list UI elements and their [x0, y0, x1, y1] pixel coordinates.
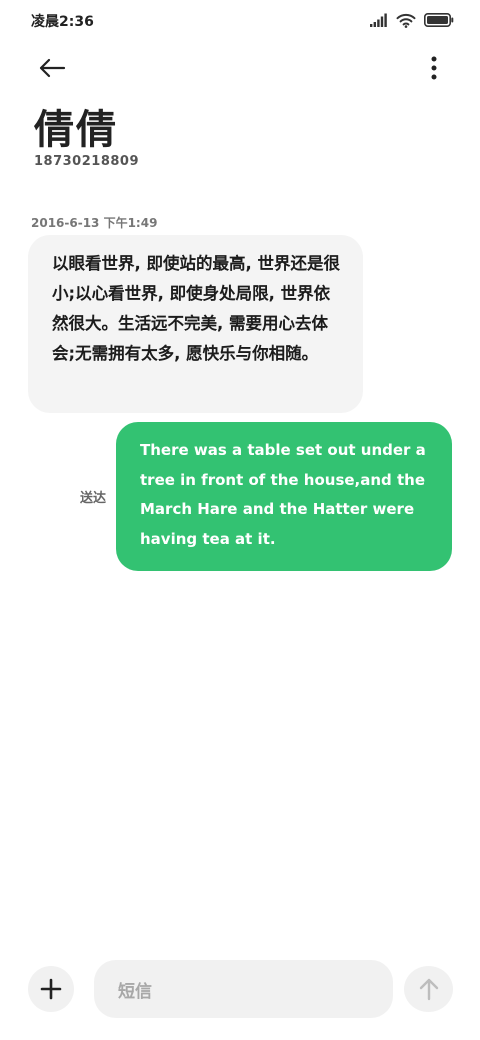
more-vertical-icon	[431, 56, 437, 80]
contact-number: 18730218809	[34, 154, 139, 169]
battery-icon	[424, 13, 454, 27]
back-arrow-icon	[39, 58, 66, 78]
outgoing-message-text: There was a table set out under a tree i…	[140, 441, 426, 548]
status-time: 凌晨2:36	[31, 14, 94, 30]
arrow-up-icon	[419, 978, 438, 1001]
signal-icon	[370, 13, 387, 27]
nav-bar	[0, 46, 480, 92]
outgoing-message-bubble[interactable]: There was a table set out under a tree i…	[116, 422, 452, 571]
status-icons	[370, 12, 454, 28]
contact-name: 倩倩	[34, 107, 118, 153]
plus-icon	[40, 978, 62, 1000]
incoming-message-text: 以眼看世界, 即使站的最高, 世界还是很小;以心看世界, 即使身处局限, 世界依…	[52, 254, 341, 363]
back-button[interactable]	[34, 52, 70, 84]
more-options-button[interactable]	[422, 52, 446, 84]
add-attachment-button[interactable]	[28, 966, 74, 1012]
message-input-placeholder: 短信	[118, 981, 152, 1002]
incoming-message-bubble[interactable]: 以眼看世界, 即使站的最高, 世界还是很小;以心看世界, 即使身处局限, 世界依…	[28, 235, 363, 413]
wifi-icon	[396, 13, 416, 28]
message-input[interactable]: 短信	[94, 960, 393, 1018]
send-button[interactable]	[404, 966, 453, 1012]
status-bar: 凌晨2:36	[0, 0, 480, 40]
input-bar: 短信	[0, 958, 480, 1020]
delivery-status: 送达	[80, 491, 107, 506]
message-timestamp: 2016-6-13 下午1:49	[31, 216, 158, 230]
